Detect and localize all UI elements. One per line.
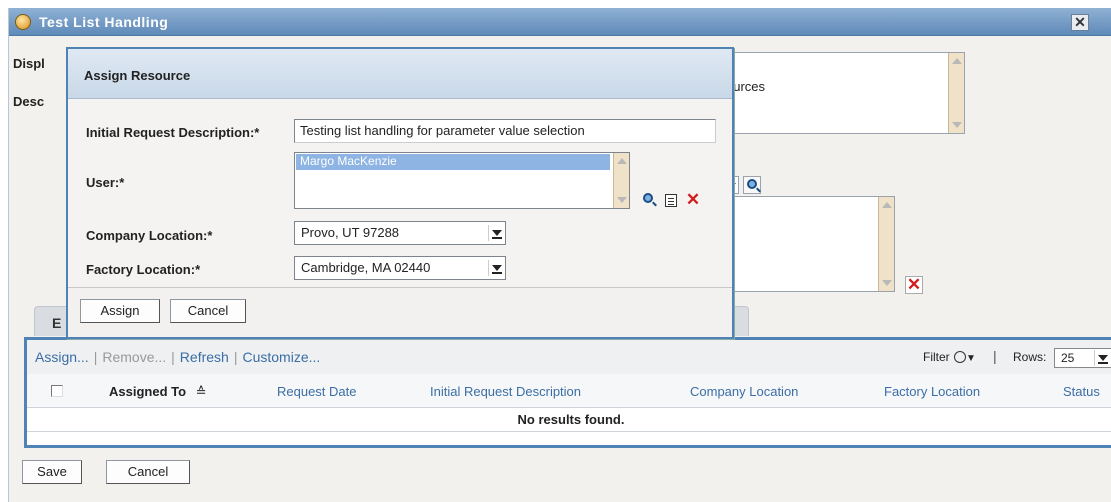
user-search-button[interactable] <box>640 191 658 209</box>
assign-resource-dialog: Assign Resource Initial Request Descript… <box>66 47 734 339</box>
chevron-down-icon <box>1094 350 1110 366</box>
factory-location-label: Factory Location:* <box>86 262 201 277</box>
column-header-status[interactable]: Status <box>1063 384 1100 399</box>
scroll-down-icon[interactable] <box>882 280 892 286</box>
description-label: Desc <box>13 94 45 109</box>
resources-scrollbar[interactable] <box>878 197 894 291</box>
display-name-label: Displ <box>13 56 45 71</box>
user-list[interactable]: Margo MacKenzie <box>294 152 630 209</box>
customize-link[interactable]: Customize... <box>242 349 320 365</box>
user-list-scrollbar[interactable] <box>613 153 629 208</box>
window-title: Test List Handling <box>39 14 169 30</box>
description-scrollbar[interactable] <box>948 53 964 133</box>
scroll-down-icon[interactable] <box>617 197 627 203</box>
column-header-initial-request-description[interactable]: Initial Request Description <box>430 384 581 399</box>
assign-button[interactable]: Assign <box>80 299 160 323</box>
rows-label: Rows: <box>1013 350 1047 364</box>
window: Test List Handling ✕ Displ Desc ources ✕… <box>8 8 1111 502</box>
cancel-button[interactable]: Cancel <box>106 460 190 484</box>
resource-search-button[interactable] <box>743 176 761 194</box>
assignments-grid: Assign... | Remove... | Refresh | Customize...… <box>24 337 1111 448</box>
dialog-header: Assign Resource <box>68 49 732 99</box>
rows-per-page-value: 25 <box>1061 351 1075 365</box>
chevron-down-icon <box>488 260 504 276</box>
factory-location-value: Cambridge, MA 02440 <box>301 260 431 275</box>
dialog-title: Assign Resource <box>84 68 191 83</box>
column-header-factory-location[interactable]: Factory Location <box>884 384 980 399</box>
scroll-up-icon[interactable] <box>882 202 892 208</box>
column-header-assigned-to[interactable]: Assigned To ≙ <box>109 384 207 400</box>
remove-link[interactable]: Remove... <box>102 349 166 365</box>
factory-location-select[interactable]: Cambridge, MA 02440 <box>294 256 506 280</box>
description-textarea[interactable]: ources <box>725 52 965 134</box>
initial-request-input[interactable]: Testing list handling for parameter valu… <box>294 119 716 143</box>
dialog-cancel-button[interactable]: Cancel <box>170 299 246 323</box>
column-header-company-location[interactable]: Company Location <box>690 384 798 399</box>
rows-per-page-select[interactable]: 25 <box>1054 348 1111 368</box>
initial-request-label: Initial Request Description:* <box>86 125 260 140</box>
refresh-link[interactable]: Refresh <box>180 349 229 365</box>
user-list-item-selected[interactable]: Margo MacKenzie <box>296 154 610 170</box>
chevron-down-icon <box>488 225 504 241</box>
assignments-tab-label: E <box>52 315 62 331</box>
scroll-down-icon[interactable] <box>952 122 962 128</box>
select-all-checkbox[interactable] <box>51 385 63 397</box>
scroll-up-icon[interactable] <box>617 158 627 164</box>
grid-actions: Assign... | Remove... | Refresh | Customize... <box>35 349 321 365</box>
grid-header-row: Assigned To ≙ Request Date Initial Reque… <box>27 374 1111 408</box>
search-icon <box>643 193 653 203</box>
app-icon <box>15 14 31 30</box>
save-button[interactable]: Save <box>22 460 82 484</box>
scroll-up-icon[interactable] <box>952 58 962 64</box>
user-history-button[interactable] <box>662 191 680 209</box>
user-label: User:* <box>86 175 125 190</box>
remove-resource-button[interactable]: ✕ <box>905 276 923 294</box>
sort-icon: ≙ <box>195 384 207 399</box>
column-header-request-date[interactable]: Request Date <box>277 384 357 399</box>
chevron-down-icon: ▼ <box>966 353 976 364</box>
clear-user-button[interactable]: ✕ <box>684 191 702 210</box>
clipboard-icon <box>665 194 677 207</box>
resources-list[interactable] <box>725 196 895 292</box>
filter-control[interactable]: Filter ▼ <box>923 350 976 364</box>
close-button[interactable]: ✕ <box>1071 14 1089 31</box>
company-location-label: Company Location:* <box>86 228 213 243</box>
filter-icon <box>954 351 967 363</box>
company-location-select[interactable]: Provo, UT 97288 <box>294 221 506 245</box>
window-titlebar: Test List Handling ✕ <box>9 8 1111 36</box>
dialog-footer: Assign Cancel <box>68 287 732 337</box>
company-location-value: Provo, UT 97288 <box>301 225 400 240</box>
search-icon <box>747 179 757 189</box>
assign-link[interactable]: Assign... <box>35 349 89 365</box>
grid-toolbar: Assign... | Remove... | Refresh | Customize...… <box>27 340 1111 374</box>
empty-message: No results found. <box>27 409 1111 432</box>
filter-label: Filter <box>923 350 950 364</box>
